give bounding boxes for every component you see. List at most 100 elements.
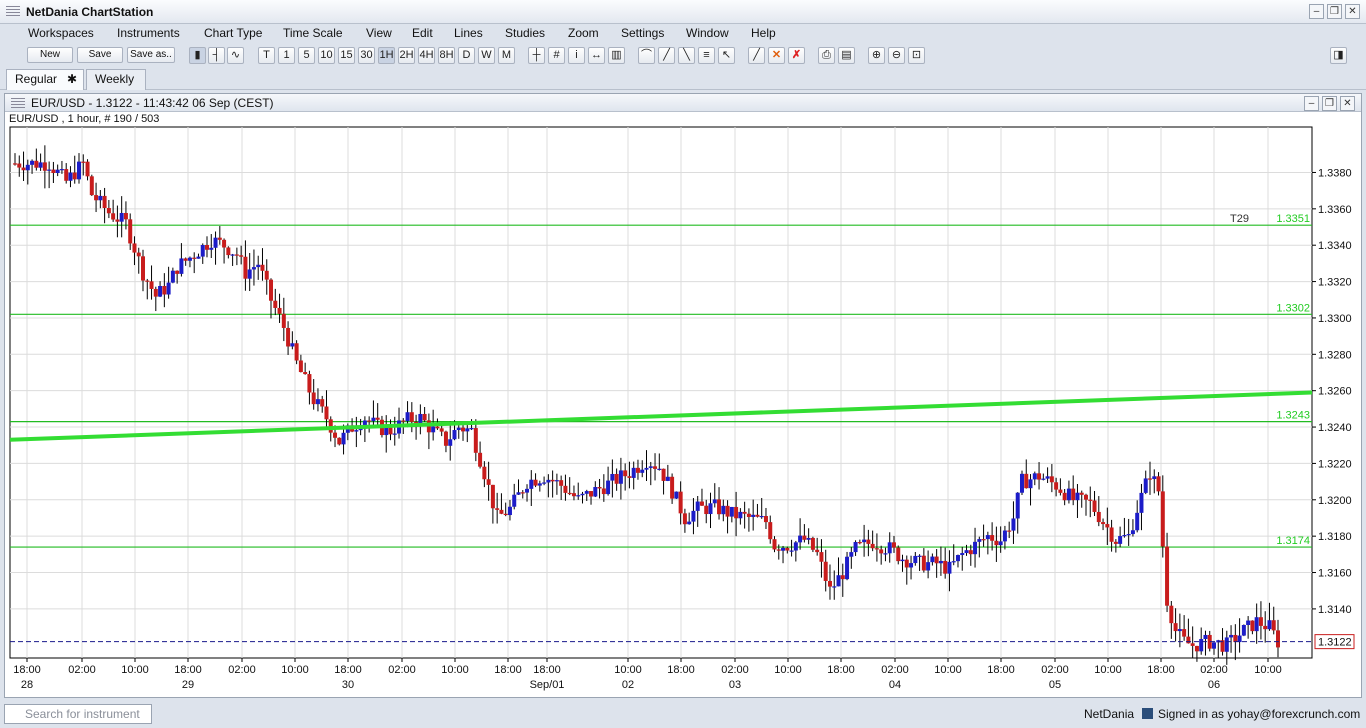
candle-body: [128, 219, 133, 244]
y-tick-label: 1.3340: [1318, 240, 1352, 252]
candle-body: [68, 172, 73, 181]
candle-body: [401, 420, 406, 422]
y-tick-label: 1.3160: [1318, 568, 1352, 580]
candle-body: [887, 542, 892, 554]
candle-body: [320, 399, 325, 407]
candle-body: [89, 176, 94, 196]
time-axis: 18:00 28 02:00 10:00 18:00 29 02:00 10:00 18:00 3…: [13, 658, 1282, 691]
candle-body: [1002, 530, 1007, 542]
candle-body: [1062, 492, 1067, 501]
candle-body: [281, 313, 286, 328]
candle-body: [606, 480, 611, 495]
x-tick-label: 18:00: [334, 664, 362, 676]
candle-body: [499, 509, 504, 514]
candle-body: [1071, 488, 1076, 501]
candle-body: [64, 169, 69, 181]
candle-body: [913, 555, 918, 564]
candle-body: [512, 494, 517, 507]
candle-body: [298, 360, 303, 373]
candle-body: [840, 575, 845, 580]
candle-body: [324, 406, 329, 420]
candle-body: [623, 470, 628, 477]
candle-body: [546, 479, 551, 483]
candle-body: [951, 561, 956, 563]
candle-body: [153, 288, 158, 297]
x-date-label: 02: [622, 679, 634, 691]
candle-body: [431, 426, 436, 433]
x-tick-label: 10:00: [774, 664, 802, 676]
price-chart[interactable]: 1.3351 T29 1.3302 1.3243 1.3174 1.3122 1.338…: [0, 0, 1366, 700]
connection-icon: [1142, 708, 1153, 719]
x-tick-label: 02:00: [1041, 664, 1069, 676]
candle-body: [1113, 541, 1118, 544]
candle-body: [473, 428, 478, 453]
candle-body: [495, 508, 500, 510]
candle-body: [1066, 488, 1071, 501]
search-input[interactable]: [4, 704, 152, 724]
candle-body: [503, 513, 508, 516]
candle-body: [1096, 511, 1101, 523]
candle-body: [226, 247, 231, 256]
candle-body: [1130, 530, 1135, 535]
candle-body: [836, 575, 841, 587]
candle-body: [273, 300, 278, 308]
x-tick-label: 18:00: [1147, 664, 1175, 676]
x-tick-label: 02:00: [721, 664, 749, 676]
candle-body: [1092, 500, 1097, 512]
candle-body: [631, 467, 636, 478]
candle-body: [337, 437, 342, 445]
candle-body: [1165, 546, 1170, 606]
candle-body: [1019, 473, 1024, 493]
candle-body: [874, 548, 879, 550]
candle-body: [81, 161, 86, 163]
candle-body: [938, 560, 943, 564]
candle-body: [448, 439, 453, 446]
candle-body: [943, 560, 948, 574]
candle-body: [990, 535, 995, 541]
candle-body: [205, 244, 210, 250]
candle-body: [478, 452, 483, 467]
candle-body: [1015, 492, 1020, 519]
x-tick-label: 10:00: [1094, 664, 1122, 676]
signed-in-label: Signed in as yohay@forexcrunch.com: [1158, 707, 1361, 721]
candle-body: [896, 547, 901, 562]
candle-body: [102, 195, 107, 208]
candle-body: [866, 539, 871, 544]
candle-body: [42, 162, 47, 171]
price-axis: 1.3380 1.3360 1.3340 1.3320 1.3300 1.3280 1.32…: [1312, 167, 1352, 616]
candle-body: [960, 553, 965, 556]
candle-body: [443, 431, 448, 446]
candle-body: [909, 563, 914, 568]
candle-body: [465, 428, 470, 432]
candle-body: [576, 495, 581, 497]
candle-body: [1169, 605, 1174, 624]
candle-body: [333, 432, 338, 438]
candle-body: [213, 237, 218, 248]
y-tick-label: 1.3320: [1318, 277, 1352, 289]
candle-body: [1083, 494, 1088, 500]
candle-body: [290, 343, 295, 347]
x-date-label: 30: [342, 679, 354, 691]
candle-body: [601, 488, 606, 495]
x-tick-label: 18:00: [667, 664, 695, 676]
x-date-label: 03: [729, 679, 741, 691]
candle-body: [849, 552, 854, 557]
candle-body: [1267, 620, 1272, 630]
y-tick-label: 1.3260: [1318, 386, 1352, 398]
candle-body: [981, 539, 986, 541]
candle-body: [734, 506, 739, 519]
y-tick-label: 1.3140: [1318, 604, 1352, 616]
candle-body: [1246, 620, 1251, 625]
candle-body: [1028, 479, 1033, 489]
candle-body: [657, 468, 662, 470]
candle-body: [1173, 623, 1178, 632]
candle-body: [926, 562, 931, 571]
candle-body: [1233, 634, 1238, 643]
candle-body: [857, 542, 862, 544]
y-tick-label: 1.3300: [1318, 313, 1352, 325]
candle-body: [260, 264, 265, 271]
candle-body: [196, 256, 201, 259]
candle-body: [533, 479, 538, 486]
candle-body: [921, 555, 926, 571]
candle-body: [482, 466, 487, 480]
